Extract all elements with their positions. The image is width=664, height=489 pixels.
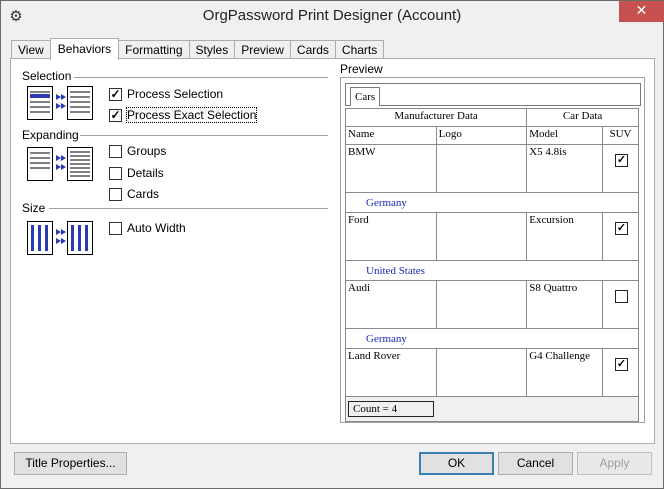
expanding-illustration-icon (27, 147, 93, 181)
selection-label: Selection (22, 69, 72, 83)
count-row: Count = 4 (345, 396, 639, 422)
cell-model: S8 Quattro (526, 280, 604, 329)
group-label: Germany (345, 328, 639, 349)
title-properties-button[interactable]: Title Properties... (14, 452, 127, 475)
band-manufacturer-data: Manufacturer Data (344, 108, 528, 127)
band-header-row: Manufacturer Data Car Data (344, 108, 639, 127)
auto-width-box (109, 221, 122, 235)
size-label: Size (22, 201, 46, 215)
cell-model: G4 Challenge (526, 348, 604, 397)
group-row: Germany (345, 192, 639, 213)
expanding-label: Expanding (22, 128, 79, 142)
groups-checkbox[interactable]: Groups (109, 144, 166, 158)
preview-label: Preview (340, 62, 383, 76)
cell-logo (435, 280, 528, 329)
cards-checkbox[interactable]: Cards (109, 187, 159, 201)
details-label: Details (127, 166, 164, 180)
suv-checkbox: ✓ (615, 358, 629, 371)
preview-grid: Manufacturer Data Car Data Name Logo Mod… (344, 108, 639, 422)
table-row: Audi S8 Quattro (345, 280, 639, 329)
cards-label: Cards (127, 187, 160, 201)
close-button[interactable]: ✕ (619, 1, 664, 22)
col-logo: Logo (435, 126, 528, 145)
print-designer-window: ⚙ OrgPassword Print Designer (Account) ✕… (0, 0, 664, 489)
cell-model: Excursion (526, 212, 604, 261)
cards-box (109, 187, 122, 201)
size-divider (49, 208, 328, 209)
cell-suv (602, 280, 639, 329)
expanding-divider (80, 135, 328, 136)
cell-name: BMW (345, 144, 437, 193)
col-suv: SUV (602, 126, 639, 145)
tab-charts[interactable]: Charts (334, 40, 385, 59)
table-row: BMW X5 4.8is ✓ (345, 144, 639, 193)
window-title: OrgPassword Print Designer (Account) (202, 7, 462, 24)
col-model: Model (526, 126, 604, 145)
column-header-row: Name Logo Model SUV (345, 126, 639, 145)
selection-divider (74, 77, 328, 78)
preview-tab-strip (345, 83, 641, 106)
count-cell: Count = 4 (345, 396, 639, 422)
process-selection-label: Process Selection (127, 87, 224, 101)
col-name: Name (345, 126, 437, 145)
cell-name: Audi (345, 280, 437, 329)
group-label: United States (345, 260, 639, 281)
details-checkbox[interactable]: Details (109, 166, 164, 180)
cell-model: X5 4.8is (526, 144, 604, 193)
cell-name: Ford (345, 212, 437, 261)
group-row: United States (345, 260, 639, 281)
suv-checkbox (615, 290, 629, 303)
tab-behaviors[interactable]: Behaviors (49, 38, 120, 60)
cell-logo (435, 348, 528, 397)
table-row: Land Rover G4 Challenge ✓ (345, 348, 639, 397)
tab-view[interactable]: View (11, 40, 51, 59)
cell-suv: ✓ (602, 144, 639, 193)
size-illustration-icon (27, 221, 93, 255)
table-row: Ford Excursion ✓ (345, 212, 639, 261)
cell-suv: ✓ (602, 348, 639, 397)
group-label: Germany (345, 192, 639, 213)
auto-width-checkbox[interactable]: Auto Width (109, 221, 186, 235)
tab-styles[interactable]: Styles (188, 40, 236, 59)
groups-box (109, 144, 122, 158)
groups-label: Groups (127, 144, 167, 158)
tab-preview[interactable]: Preview (234, 40, 291, 59)
preview-tab-cars[interactable]: Cars (350, 87, 381, 106)
tab-cards[interactable]: Cards (289, 40, 336, 59)
count-label: Count = 4 (348, 401, 434, 417)
selection-illustration-icon (27, 86, 93, 120)
apply-button[interactable]: Apply (577, 452, 652, 475)
cell-suv: ✓ (602, 212, 639, 261)
ok-button[interactable]: OK (419, 452, 494, 475)
title-bar: ⚙ OrgPassword Print Designer (Account) ✕ (1, 1, 664, 32)
tab-strip: View Behaviors Formatting Styles Preview… (11, 38, 385, 60)
process-selection-checkmark: ✓ (109, 86, 122, 101)
tab-formatting[interactable]: Formatting (118, 40, 190, 59)
suv-checkbox: ✓ (615, 154, 629, 167)
process-selection-checkbox[interactable]: ✓ Process Selection (109, 87, 223, 101)
suv-checkbox: ✓ (615, 222, 629, 235)
details-box (109, 166, 122, 180)
cell-name: Land Rover (345, 348, 437, 397)
band-car-data: Car Data (526, 108, 639, 127)
group-row: Germany (345, 328, 639, 349)
cancel-button[interactable]: Cancel (498, 452, 573, 475)
cell-logo (435, 144, 528, 193)
auto-width-label: Auto Width (127, 221, 186, 235)
cell-logo (435, 212, 528, 261)
